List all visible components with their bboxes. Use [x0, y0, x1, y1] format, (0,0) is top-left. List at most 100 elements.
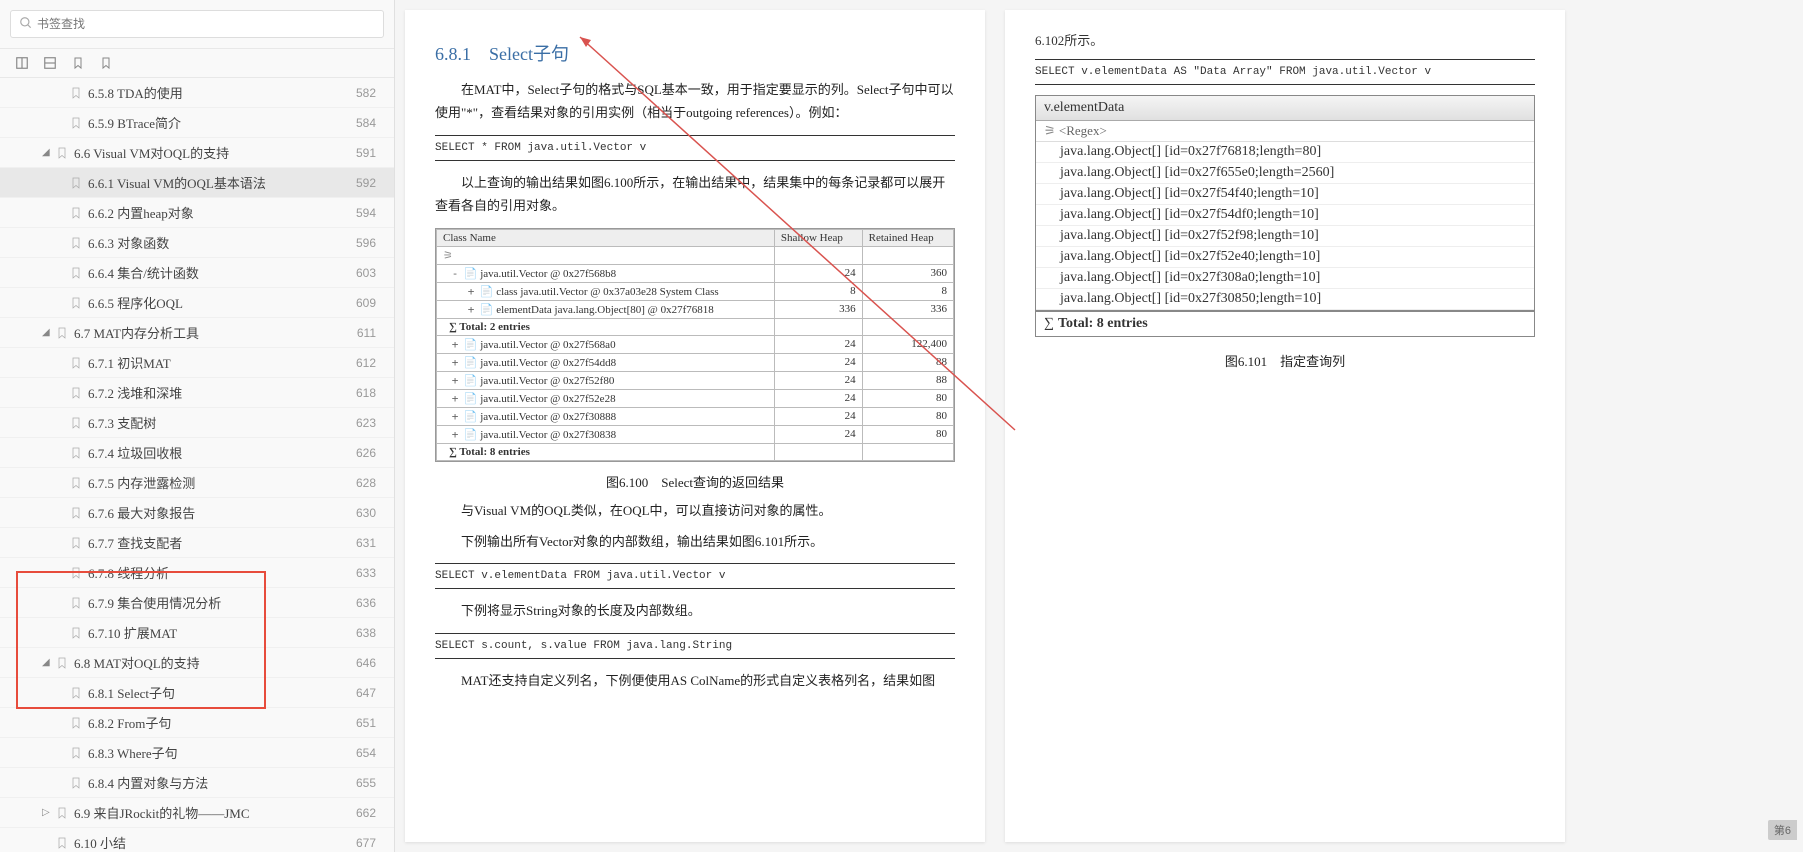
- table-filter-cell[interactable]: ⚞: [437, 246, 775, 264]
- paragraph: 在MAT中，Select子句的格式与SQL基本一致，用于指定要显示的列。Sele…: [435, 78, 955, 125]
- bookmark-icon: [56, 146, 68, 160]
- toc-page: 628: [356, 476, 384, 490]
- result-row: java.lang.Object[] [id=0x27f655e0;length…: [1036, 163, 1534, 184]
- toc-page: 618: [356, 386, 384, 400]
- code-block: SELECT v.elementData AS "Data Array" FRO…: [1035, 59, 1535, 85]
- toc-label: 6.6.4 集合/统计函数: [88, 263, 199, 282]
- toc-item[interactable]: 6.7.10 扩展MAT638: [0, 618, 394, 648]
- toc-label: 6.10 小结: [74, 833, 126, 852]
- table-row: - 📄 java.util.Vector @ 0x27f568b824360: [437, 264, 954, 282]
- toc-label: 6.8.1 Select子句: [88, 683, 175, 702]
- search-icon: [19, 16, 33, 33]
- toc-item[interactable]: 6.7.9 集合使用情况分析 636: [0, 588, 394, 618]
- section-title: 6.8.1 Select子句: [435, 40, 955, 66]
- bookmark-icon: [70, 116, 82, 130]
- toc-label: 6.8.3 Where子句: [88, 743, 178, 762]
- result-row: java.lang.Object[] [id=0x27f30850;length…: [1036, 289, 1534, 310]
- toc-item[interactable]: ◢6.8 MAT对OQL的支持646: [0, 648, 394, 678]
- table-row: + 📄 java.util.Vector @ 0x27f308882480: [437, 407, 954, 425]
- bookmark-icon: [70, 626, 82, 640]
- toc-item[interactable]: 6.8.4 内置对象与方法655: [0, 768, 394, 798]
- expand-icon[interactable]: [42, 55, 58, 71]
- toc-item[interactable]: 6.7.5 内存泄露检测628: [0, 468, 394, 498]
- toc-item[interactable]: 6.6.3 对象函数596: [0, 228, 394, 258]
- search-input[interactable]: [37, 17, 375, 31]
- bookmark-icon: [70, 176, 82, 190]
- toc-page: 630: [356, 506, 384, 520]
- paragraph-cont: 6.102所示。: [1035, 30, 1535, 49]
- table-row: + 📄 java.util.Vector @ 0x27f54dd82488: [437, 353, 954, 371]
- toc-page: 647: [356, 686, 384, 700]
- table-header: Shallow Heap: [774, 229, 862, 246]
- toc-label: 6.9 来自JRockit的礼物——JMC: [74, 803, 250, 822]
- bookmark-icon: [70, 86, 82, 100]
- bookmark-solid-icon[interactable]: [70, 55, 86, 71]
- bookmark-icon: [56, 326, 68, 340]
- result-regex-row: ⚞ <Regex>: [1036, 121, 1534, 142]
- toc-page: 655: [356, 776, 384, 790]
- toc-label: 6.7.2 浅堆和深堆: [88, 383, 182, 402]
- bookmark-icon: [70, 596, 82, 610]
- toc-label: 6.6.2 内置heap对象: [88, 203, 194, 222]
- toc-label: 6.7.8 线程分析: [88, 563, 169, 582]
- toc-item[interactable]: 6.6.2 内置heap对象 594: [0, 198, 394, 228]
- toc-label: 6.7.4 垃圾回收根: [88, 443, 182, 462]
- search-box[interactable]: [10, 10, 384, 38]
- toc-label: 6.6.3 对象函数: [88, 233, 169, 252]
- toc-label: 6.5.9 BTrace简介: [88, 113, 181, 132]
- bookmark-icon: [70, 236, 82, 250]
- toc-item[interactable]: 6.6.4 集合/统计函数603: [0, 258, 394, 288]
- result-table: Class NameShallow HeapRetained Heap⚞- 📄 …: [435, 228, 955, 462]
- toc-item[interactable]: 6.5.8 TDA的使用582: [0, 78, 394, 108]
- toc-item[interactable]: 6.6.5 程序化OQL609: [0, 288, 394, 318]
- toc-page: 612: [356, 356, 384, 370]
- collapse-icon[interactable]: [14, 55, 30, 71]
- page-badge[interactable]: 第6: [1768, 820, 1797, 840]
- toc-page: 594: [356, 206, 384, 220]
- toc-label: 6.7.10 扩展MAT: [88, 623, 177, 642]
- toc-item[interactable]: 6.8.3 Where子句 654: [0, 738, 394, 768]
- table-row: ∑ Total: 2 entries: [437, 318, 954, 335]
- toc-item[interactable]: 6.8.2 From子句651: [0, 708, 394, 738]
- table-row: + 📄 class java.util.Vector @ 0x37a03e28 …: [437, 282, 954, 300]
- toc-label: 6.5.8 TDA的使用: [88, 83, 183, 102]
- bookmark-icon: [70, 746, 82, 760]
- toc-item[interactable]: 6.10 小结677: [0, 828, 394, 852]
- bookmark-icon: [56, 806, 68, 820]
- toc-item[interactable]: 6.7.4 垃圾回收根 626: [0, 438, 394, 468]
- query-result-box: v.elementData ⚞ <Regex> java.lang.Object…: [1035, 95, 1535, 337]
- bookmark-icon: [70, 476, 82, 490]
- toc-label: 6.7.9 集合使用情况分析: [88, 593, 221, 612]
- bookmark-icon: [70, 686, 82, 700]
- bookmark-outline-icon[interactable]: [98, 55, 114, 71]
- content-area: 6.8.1 Select子句 在MAT中，Select子句的格式与SQL基本一致…: [395, 0, 1803, 852]
- paragraph: 以上查询的输出结果如图6.100所示，在输出结果中，结果集中的每条记录都可以展开…: [435, 171, 955, 218]
- toc-item[interactable]: 6.7.6 最大对象报告 630: [0, 498, 394, 528]
- toc-item[interactable]: 6.7.2 浅堆和深堆 618: [0, 378, 394, 408]
- toc-label: 6.7.1 初识MAT: [88, 353, 171, 372]
- result-row: java.lang.Object[] [id=0x27f52f98;length…: [1036, 226, 1534, 247]
- toc-item[interactable]: 6.8.1 Select子句 647: [0, 678, 394, 708]
- toc-item[interactable]: ◢6.6 Visual VM对OQL的支持591: [0, 138, 394, 168]
- toc-item[interactable]: 6.7.1 初识MAT 612: [0, 348, 394, 378]
- toc-label: 6.7.6 最大对象报告: [88, 503, 195, 522]
- toc-item[interactable]: 6.7.8 线程分析633: [0, 558, 394, 588]
- toc-page: 636: [356, 596, 384, 610]
- result-row: java.lang.Object[] [id=0x27f76818;length…: [1036, 142, 1534, 163]
- toc-item[interactable]: 6.7.3 支配树623: [0, 408, 394, 438]
- toc-label: 6.6 Visual VM对OQL的支持: [74, 143, 229, 162]
- toc-label: 6.6.5 程序化OQL: [88, 293, 183, 312]
- page-right: 6.102所示。 SELECT v.elementData AS "Data A…: [1005, 10, 1565, 842]
- toc-label: 6.7.3 支配树: [88, 413, 156, 432]
- result-header: v.elementData: [1036, 96, 1534, 121]
- toc-item[interactable]: ▷6.9 来自JRockit的礼物——JMC662: [0, 798, 394, 828]
- toc-item[interactable]: 6.6.1 Visual VM的OQL基本语法592: [0, 168, 394, 198]
- toc-item[interactable]: 6.7.7 查找支配者631: [0, 528, 394, 558]
- table-row: + 📄 elementData java.lang.Object[80] @ 0…: [437, 300, 954, 318]
- toc-page: 626: [356, 446, 384, 460]
- table-row: + 📄 java.util.Vector @ 0x27f308382480: [437, 425, 954, 443]
- toc-item[interactable]: 6.5.9 BTrace简介584: [0, 108, 394, 138]
- toc-page: 654: [356, 746, 384, 760]
- bookmark-icon: [70, 446, 82, 460]
- toc-item[interactable]: ◢6.7 MAT内存分析工具611: [0, 318, 394, 348]
